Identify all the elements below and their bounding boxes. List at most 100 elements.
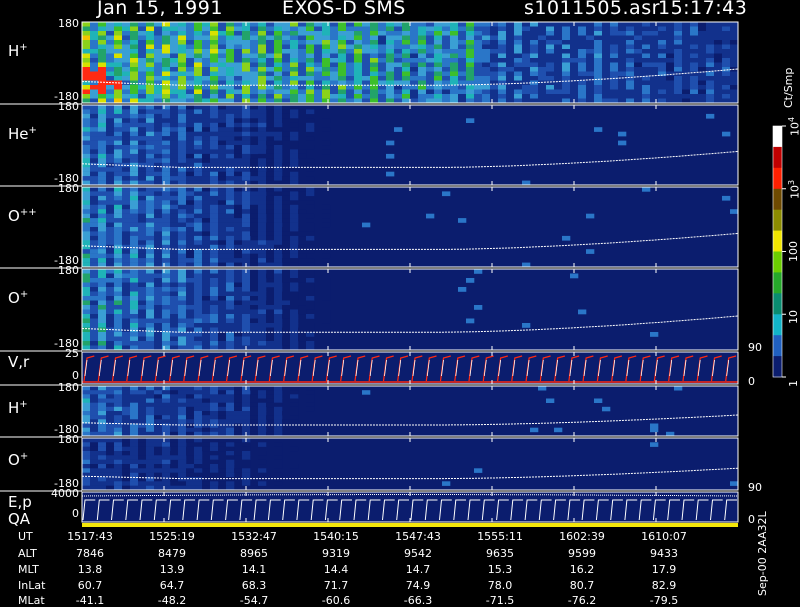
spectrogram-cell bbox=[210, 455, 219, 460]
spectrogram-cell bbox=[98, 477, 107, 482]
spectrogram-cell bbox=[346, 62, 355, 68]
spectrogram-cell bbox=[210, 105, 219, 110]
spectrogram-cell bbox=[170, 442, 179, 447]
spectrogram-cell bbox=[498, 85, 507, 90]
spectrogram-cell bbox=[274, 105, 283, 110]
spectrogram-cell bbox=[234, 291, 243, 297]
spectrogram-cell bbox=[114, 118, 123, 123]
spectrogram-cell bbox=[202, 244, 211, 250]
spectrogram-cell bbox=[250, 278, 259, 283]
spectrogram-cell bbox=[306, 213, 315, 219]
spectrogram-cell bbox=[90, 35, 99, 41]
spectrogram-cell bbox=[210, 323, 219, 328]
spectrogram-cell bbox=[610, 89, 619, 95]
spectrogram-cell bbox=[226, 423, 235, 428]
spectrogram-cell bbox=[146, 332, 155, 337]
spectrogram-cell bbox=[458, 40, 467, 45]
spectrogram-cell bbox=[138, 71, 147, 77]
spectrogram-cell bbox=[242, 67, 251, 72]
spectrogram-cell bbox=[378, 85, 387, 90]
spectrogram-cell bbox=[266, 176, 275, 181]
spectrogram-cell bbox=[122, 459, 131, 465]
spectrogram-cell bbox=[202, 204, 211, 210]
spectrogram-cell bbox=[98, 136, 107, 141]
spectrogram-cell bbox=[442, 22, 451, 27]
spectrogram-cell bbox=[490, 35, 499, 41]
spectrogram-cell bbox=[154, 398, 163, 403]
spectrogram-cell bbox=[202, 282, 211, 288]
spectrogram-cell bbox=[338, 31, 347, 36]
spectrogram-cell bbox=[82, 459, 91, 465]
spectrogram-cell bbox=[306, 291, 315, 297]
spectrogram-cell bbox=[178, 253, 187, 259]
spectrogram-cell bbox=[178, 187, 187, 192]
spectrogram-cell bbox=[186, 282, 195, 288]
spectrogram-cell bbox=[82, 67, 91, 72]
spectrogram-cell bbox=[114, 176, 123, 181]
spectrogram-cell bbox=[162, 258, 171, 263]
spectrogram-cell bbox=[170, 35, 179, 41]
spectrogram-cell bbox=[122, 200, 131, 205]
spectrogram-cell bbox=[234, 332, 243, 337]
spectrogram-cell bbox=[146, 249, 155, 254]
spectrogram-cell bbox=[122, 22, 131, 27]
spectrogram-cell bbox=[442, 58, 451, 63]
spectrogram-cell bbox=[154, 231, 163, 237]
spectrogram-cell bbox=[586, 67, 595, 72]
spectrogram-cell bbox=[522, 49, 531, 54]
spectrogram-cell bbox=[130, 472, 139, 478]
spectrogram-cell bbox=[698, 89, 707, 95]
spectrogram-cell bbox=[226, 468, 235, 473]
spectrogram-cell bbox=[642, 22, 651, 27]
spectrogram-cell bbox=[194, 140, 203, 146]
spectrogram-cell bbox=[90, 204, 99, 210]
spectrogram-cell bbox=[122, 105, 131, 110]
spectrogram-cell bbox=[154, 442, 163, 447]
spectrogram-cell bbox=[130, 269, 139, 274]
spectrogram-cell bbox=[122, 187, 131, 192]
spectrogram-cell bbox=[226, 438, 235, 443]
spectrogram-cell bbox=[714, 94, 723, 99]
spectrogram-cell bbox=[506, 94, 515, 99]
spectrogram-cell bbox=[354, 62, 363, 68]
spectrogram-cell bbox=[154, 149, 163, 155]
spectrogram-cell bbox=[498, 67, 507, 72]
spectrogram-cell bbox=[138, 122, 147, 128]
spectrogram-cell bbox=[122, 273, 131, 279]
spectrogram-cell bbox=[290, 204, 299, 210]
spectrogram-cell bbox=[194, 411, 203, 416]
spectrogram-cell bbox=[554, 35, 563, 41]
spectrogram-cell bbox=[122, 71, 131, 77]
spectrogram-cell bbox=[306, 136, 315, 141]
spectrogram-cell bbox=[194, 171, 203, 177]
spectrogram-cell bbox=[290, 258, 299, 263]
spectrogram-cell bbox=[202, 411, 211, 416]
spectrogram-cell bbox=[226, 278, 235, 283]
spectrogram-cell bbox=[258, 459, 267, 465]
spectrogram-cell bbox=[162, 472, 171, 478]
spectrogram-cell bbox=[410, 94, 419, 99]
spectrogram-cell bbox=[202, 222, 211, 228]
spectrogram-cell bbox=[282, 327, 291, 333]
spectrogram-cell bbox=[106, 113, 115, 119]
spectrogram-cell bbox=[274, 278, 283, 283]
spectrogram-cell bbox=[218, 282, 227, 288]
spectrogram-cell bbox=[130, 296, 139, 301]
spectrogram-cell bbox=[514, 58, 523, 63]
spectrogram-cell bbox=[634, 94, 643, 99]
spectrogram-cell bbox=[602, 53, 611, 59]
spectrogram-cell bbox=[186, 31, 195, 36]
spectrogram-cell bbox=[250, 336, 259, 342]
spectrogram-cell bbox=[362, 49, 371, 54]
spectrogram-cell bbox=[106, 415, 115, 420]
spectrogram-cell bbox=[90, 105, 99, 110]
spectrogram-cell bbox=[690, 62, 699, 68]
spectrogram-cell bbox=[730, 481, 739, 486]
spectrogram-cell bbox=[282, 62, 291, 68]
spectrogram-cell bbox=[194, 455, 203, 460]
spectrogram-cell bbox=[266, 336, 275, 342]
spectrogram-cell bbox=[282, 278, 291, 283]
spectrogram-cell bbox=[154, 386, 163, 391]
spectrogram-cell bbox=[330, 80, 339, 86]
spectrogram-cell bbox=[194, 468, 203, 473]
